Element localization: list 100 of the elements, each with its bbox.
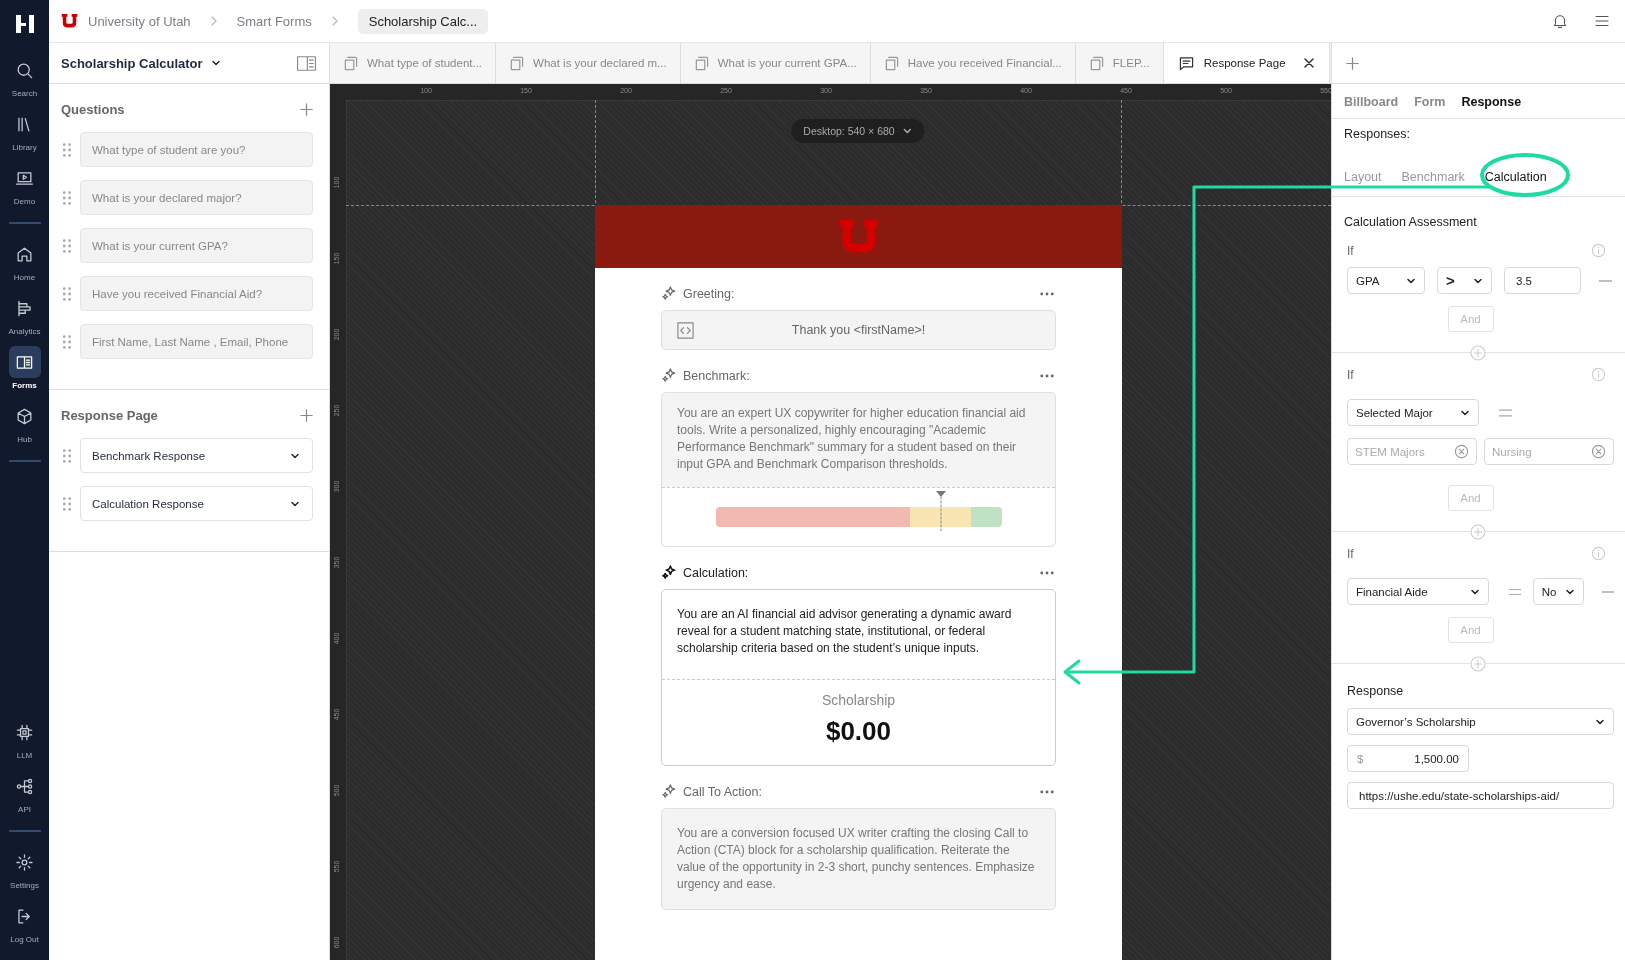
responses-label: Responses:	[1344, 127, 1411, 141]
sparkle-icon	[661, 286, 676, 301]
drag-handle-icon[interactable]	[63, 334, 72, 349]
more-icon[interactable]	[1040, 789, 1054, 794]
nav-item[interactable]: Analytics	[1, 292, 48, 346]
nav-item[interactable]: LLM	[1, 716, 48, 770]
copy-icon	[1088, 55, 1104, 71]
remove-tag-icon[interactable]	[1591, 444, 1606, 459]
u-logo-icon	[837, 217, 880, 256]
block-label: Calculation:	[683, 565, 749, 580]
field-select[interactable]: Selected Major	[1347, 399, 1479, 426]
add-condition-icon[interactable]	[1470, 655, 1486, 672]
block-label: Benchmark:	[683, 368, 750, 383]
value-select[interactable]: No	[1532, 578, 1585, 605]
drag-handle-icon[interactable]	[63, 286, 72, 301]
drag-handle-icon[interactable]	[63, 142, 72, 157]
amount-input[interactable]: $ 1,500.00	[1347, 745, 1469, 772]
panel-toggle-icon[interactable]	[296, 54, 317, 72]
url-input[interactable]: https://ushe.edu/state-scholarships-aid/	[1347, 782, 1614, 809]
panel-tab[interactable]: Form	[1414, 95, 1446, 109]
subtab[interactable]: Calculation	[1484, 170, 1547, 184]
info-icon[interactable]	[1591, 367, 1606, 382]
scholarship-select[interactable]: Governor’s Scholarship	[1347, 708, 1614, 735]
panel-tab[interactable]: Response	[1461, 95, 1522, 109]
if-label: If	[1347, 243, 1354, 258]
greeting-text: Thank you <firstName>!	[790, 323, 927, 337]
block-label: Call To Action:	[683, 784, 762, 799]
sparkle-icon	[661, 784, 676, 799]
copy-icon	[343, 55, 358, 71]
breadcrumb-link[interactable]: Scholarship Calc...	[357, 8, 489, 34]
drag-handle-icon[interactable]	[63, 448, 72, 463]
field-select[interactable]: GPA	[1347, 267, 1425, 294]
caret-icon	[902, 126, 913, 136]
code-icon	[676, 320, 695, 340]
copy-icon	[693, 55, 709, 71]
copy-icon	[883, 55, 899, 71]
response-dropdown[interactable]: Benchmark Response	[80, 438, 313, 473]
block-label: Greeting:	[683, 286, 735, 301]
nav-item[interactable]: Settings	[1, 846, 48, 900]
add-condition-icon[interactable]	[1470, 344, 1486, 361]
breadcrumb-link[interactable]: Smart Forms	[236, 13, 312, 29]
chip-icon	[15, 722, 34, 742]
prompt-text: You are a conversion focused UX writer crafting the closing Call to Action (CTA) block for a scholarship qualification. Reiterate the value of the opportunity in 2-3 short, punchy sentences. Emphasize urgency and ease.	[676, 825, 1036, 893]
u-logo-icon	[61, 13, 78, 29]
prompt-text: You are an AI financial aid advisor generating a dynamic award reveal for a student matching state, institutional, or federal scholarship criteria based on the student’s unique inputs.	[676, 606, 1013, 657]
section-title: Calculation Assessment	[1344, 215, 1478, 229]
drag-handle-icon[interactable]	[63, 238, 72, 253]
breadcrumb-link[interactable]: University of Utah	[88, 13, 191, 29]
content-card[interactable]: Thank you <firstName>!	[661, 310, 1056, 350]
currency-symbol: $	[1357, 752, 1364, 765]
drag-handle-icon[interactable]	[63, 190, 72, 205]
share-nodes-icon	[15, 776, 34, 796]
add-condition-icon[interactable]	[1470, 523, 1486, 540]
equals-icon	[1499, 408, 1512, 417]
more-icon[interactable]	[1040, 373, 1054, 378]
add-icon[interactable]	[300, 103, 313, 116]
copy-icon	[509, 55, 525, 71]
nav-item[interactable]: Home	[1, 238, 48, 292]
cube-icon	[15, 406, 34, 426]
info-icon[interactable]	[1591, 243, 1606, 258]
caret-icon	[210, 58, 221, 68]
nav-item[interactable]: API	[1, 770, 48, 824]
content-card[interactable]	[661, 589, 1056, 766]
more-icon[interactable]	[1040, 291, 1054, 296]
viewport-dropdown[interactable]: Desktop: 540 × 680	[791, 119, 925, 143]
add-icon[interactable]	[300, 409, 313, 422]
operator-select[interactable]: >	[1437, 267, 1492, 294]
nav-item[interactable]: Search	[1, 54, 48, 108]
if-label: If	[1347, 546, 1354, 561]
more-icon[interactable]	[1040, 570, 1054, 575]
nav-item[interactable]: Hub	[1, 400, 48, 454]
panel-tab[interactable]: Billboard	[1344, 95, 1399, 109]
equals-icon	[1509, 587, 1521, 596]
remove-icon[interactable]	[1599, 279, 1612, 282]
info-icon[interactable]	[1591, 546, 1606, 561]
drag-handle-icon[interactable]	[63, 496, 72, 511]
scholarship-amount: $0.00	[825, 716, 892, 747]
prompt-text: You are an expert UX copywriter for higher education financial aid tools. Write a personalized, highly encouraging "Academic Performance Benchmark" summary for a student based on their input GPA and Benchmark Comparison thresholds.	[676, 405, 1027, 473]
nav-item[interactable]: Library	[1, 108, 48, 162]
amount-value: 1,500.00	[1414, 752, 1459, 765]
add-tab-icon[interactable]	[1346, 56, 1359, 70]
field-select[interactable]: Financial Aide	[1347, 578, 1489, 605]
section-title: Response Page	[61, 408, 158, 423]
sparkle-icon	[661, 368, 676, 383]
form-selector[interactable]: Scholarship Calculator	[61, 55, 221, 71]
bell-icon[interactable]	[1551, 12, 1569, 30]
value-input[interactable]: 3.5	[1504, 267, 1581, 294]
response-dropdown[interactable]: Calculation Response	[80, 486, 313, 521]
tab[interactable]: Response Page	[1163, 43, 1330, 83]
close-icon[interactable]	[1303, 58, 1314, 68]
if-label: If	[1347, 367, 1354, 382]
nav-item[interactable]: Log Out	[1, 900, 48, 954]
bar-chart-icon	[15, 298, 34, 318]
nav-item[interactable]: Forms	[1, 346, 48, 400]
remove-tag-icon[interactable]	[1454, 444, 1469, 459]
response-title: Response	[1347, 684, 1405, 698]
remove-icon[interactable]	[1602, 590, 1614, 593]
result-label: Scholarship	[821, 692, 896, 708]
nav-item[interactable]: Demo	[1, 162, 48, 216]
section-title: Questions	[61, 102, 125, 117]
